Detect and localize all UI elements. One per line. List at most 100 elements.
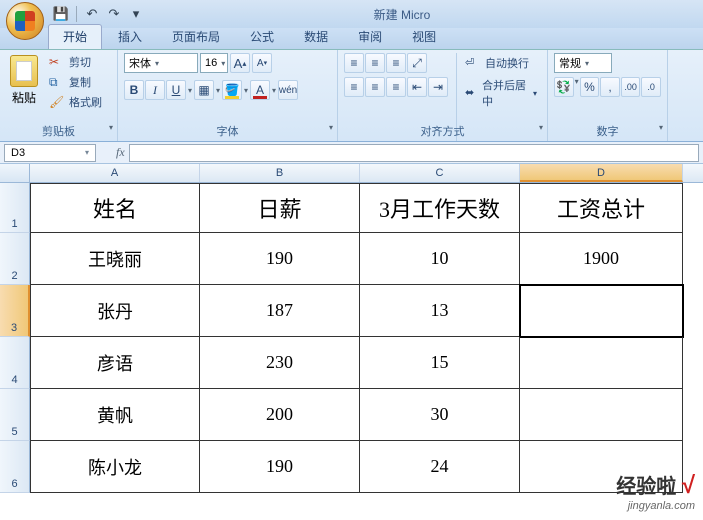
office-button[interactable] [6, 2, 44, 40]
format-painter-button[interactable]: 🖌 格式刷 [46, 93, 105, 111]
cell-c1[interactable]: 3月工作天数 [360, 183, 520, 233]
cell-d4[interactable] [520, 337, 683, 389]
name-box[interactable]: D3 [4, 144, 96, 162]
row-header-4[interactable]: 4 [0, 337, 30, 389]
row-header-5[interactable]: 5 [0, 389, 30, 441]
cell-a2[interactable]: 王晓丽 [30, 233, 200, 285]
column-header-b[interactable]: B [200, 164, 360, 182]
brush-icon: 🖌 [49, 95, 65, 109]
column-header-c[interactable]: C [360, 164, 520, 182]
align-top-button[interactable]: ≡ [344, 53, 364, 73]
increase-indent-button[interactable]: ⇥ [428, 77, 448, 97]
cell-c2[interactable]: 10 [360, 233, 520, 285]
bold-button[interactable]: B [124, 80, 144, 100]
fx-icon[interactable]: fx [116, 145, 125, 160]
cell-c5[interactable]: 30 [360, 389, 520, 441]
cell-d5[interactable] [520, 389, 683, 441]
wrap-label: 自动换行 [485, 55, 529, 71]
cell-b2[interactable]: 190 [200, 233, 360, 285]
cut-button[interactable]: ✂ 剪切 [46, 53, 105, 71]
font-name-combo[interactable]: 宋体 [124, 53, 198, 73]
cell-d1[interactable]: 工资总计 [520, 183, 683, 233]
row-header-3[interactable]: 3 [0, 285, 30, 337]
formula-bar[interactable] [129, 144, 699, 162]
merge-center-button[interactable]: ⬌ 合并后居中 ▾ [461, 75, 541, 111]
select-all-corner[interactable] [0, 164, 30, 182]
decrease-indent-button[interactable]: ⇤ [407, 77, 427, 97]
align-left-button[interactable]: ≡ [344, 77, 364, 97]
column-header-a[interactable]: A [30, 164, 200, 182]
copy-button[interactable]: ⧉ 复制 [46, 73, 105, 91]
cell-d2[interactable]: 1900 [520, 233, 683, 285]
cell-b4[interactable]: 230 [200, 337, 360, 389]
wrap-text-button[interactable]: ⏎ 自动换行 [461, 53, 541, 73]
cell-b6[interactable]: 190 [200, 441, 360, 493]
copy-label: 复制 [69, 74, 91, 90]
app-title: 新建 Micro [145, 6, 659, 23]
paste-label: 粘贴 [12, 89, 36, 106]
row-header-2[interactable]: 2 [0, 233, 30, 285]
cell-b3[interactable]: 187 [200, 285, 360, 337]
tab-formulas[interactable]: 公式 [236, 25, 288, 49]
cell-a4[interactable]: 彦语 [30, 337, 200, 389]
cell-b1[interactable]: 日薪 [200, 183, 360, 233]
cut-label: 剪切 [69, 54, 91, 70]
merge-icon: ⬌ [465, 86, 478, 100]
align-middle-button[interactable]: ≡ [365, 53, 385, 73]
percent-button[interactable]: % [580, 77, 600, 97]
cell-a1[interactable]: 姓名 [30, 183, 200, 233]
cell-c3[interactable]: 13 [360, 285, 520, 337]
tab-view[interactable]: 视图 [398, 25, 450, 49]
align-center-button[interactable]: ≡ [365, 77, 385, 97]
shrink-font-button[interactable]: A▾ [252, 53, 272, 73]
border-button[interactable]: ▦ [194, 80, 214, 100]
comma-button[interactable]: , [600, 77, 620, 97]
ribbon-tabs: 开始 插入 页面布局 公式 数据 审阅 视图 [0, 28, 703, 50]
wrap-icon: ⏎ [465, 56, 481, 70]
scissors-icon: ✂ [49, 55, 65, 69]
grow-font-button[interactable]: A▴ [230, 53, 250, 73]
align-bottom-button[interactable]: ≡ [386, 53, 406, 73]
italic-button[interactable]: I [145, 80, 165, 100]
accounting-format-button[interactable]: 💱 [554, 77, 574, 97]
watermark-url: jingyanla.com [616, 500, 695, 512]
decrease-decimal-button[interactable]: .0 [641, 77, 661, 97]
tab-data[interactable]: 数据 [290, 25, 342, 49]
font-group-label: 字体 [118, 122, 337, 140]
phonetic-button[interactable]: wén [278, 80, 298, 100]
clipboard-group-label: 剪贴板 [0, 122, 117, 140]
tab-home[interactable]: 开始 [48, 24, 102, 49]
row-header-6[interactable]: 6 [0, 441, 30, 493]
copy-icon: ⧉ [49, 75, 65, 89]
number-format-combo[interactable]: 常规 [554, 53, 612, 73]
cell-b5[interactable]: 200 [200, 389, 360, 441]
column-header-d[interactable]: D [520, 164, 683, 182]
cell-d3[interactable] [520, 285, 683, 337]
number-group-label: 数字 [548, 122, 667, 140]
fill-color-button[interactable]: 🪣 [222, 80, 242, 100]
tab-review[interactable]: 审阅 [344, 25, 396, 49]
cell-a6[interactable]: 陈小龙 [30, 441, 200, 493]
font-color-button[interactable]: A [250, 80, 270, 100]
qat-separator [76, 6, 77, 22]
redo-icon[interactable]: ↷ [105, 5, 123, 23]
increase-decimal-button[interactable]: .00 [621, 77, 641, 97]
save-icon[interactable]: 💾 [52, 5, 70, 23]
cell-a3[interactable]: 张丹 [30, 285, 200, 337]
watermark-text: 经验啦 [616, 476, 676, 498]
font-size-combo[interactable]: 16 [200, 53, 228, 73]
cell-c4[interactable]: 15 [360, 337, 520, 389]
ribbon: 粘贴 ✂ 剪切 ⧉ 复制 🖌 格式刷 剪贴板 [0, 50, 703, 142]
qat-customize-icon[interactable]: ▾ [127, 5, 145, 23]
row-header-1[interactable]: 1 [0, 183, 30, 233]
underline-button[interactable]: U [166, 80, 186, 100]
format-painter-label: 格式刷 [69, 94, 102, 110]
tab-insert[interactable]: 插入 [104, 25, 156, 49]
cell-a5[interactable]: 黄帆 [30, 389, 200, 441]
undo-icon[interactable]: ↶ [83, 5, 101, 23]
tab-page-layout[interactable]: 页面布局 [158, 25, 234, 49]
cell-c6[interactable]: 24 [360, 441, 520, 493]
align-right-button[interactable]: ≡ [386, 77, 406, 97]
spreadsheet-grid: A B C D 1 姓名 日薪 3月工作天数 工资总计 2 王晓丽 190 10… [0, 164, 703, 493]
orientation-button[interactable]: ⤢ [407, 53, 427, 73]
